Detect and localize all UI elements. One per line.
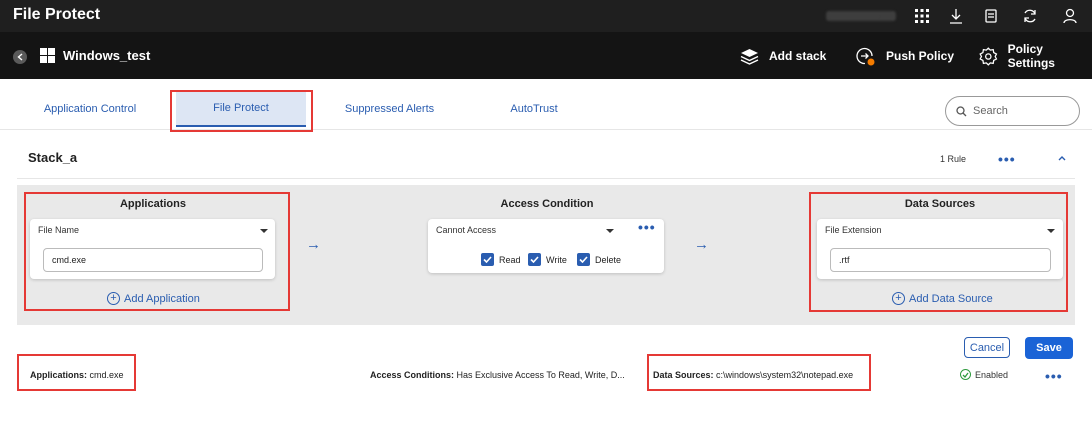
status-label: Enabled [975,369,1009,380]
save-button[interactable]: Save [1025,337,1073,359]
access-condition-more-icon[interactable]: ••• [638,219,656,235]
push-policy-label: Push Policy [886,49,955,63]
check-circle-icon [960,369,971,380]
gear-icon [979,46,998,66]
user-icon[interactable] [1061,7,1079,25]
add-stack-label: Add stack [769,49,827,63]
search-input[interactable] [973,105,1068,117]
checkmark-icon [528,253,541,266]
device-name: Windows_test [63,48,151,63]
policy-settings-label: Policy Settings [1007,42,1055,70]
document-icon[interactable] [982,7,1000,25]
rule-more-options-icon[interactable]: ••• [1045,368,1063,384]
chevron-up-icon[interactable] [1056,152,1068,164]
checkmark-icon [481,253,494,266]
write-checkbox[interactable]: Write [528,253,567,266]
access-condition-title: Access Condition [500,198,594,210]
apps-grid-icon[interactable] [913,7,931,25]
summary-access-value: Has Exclusive Access To Read, Write, D..… [456,370,625,380]
stack-name: Stack_a [28,150,78,165]
summary-access-conditions: Access Conditions: Has Exclusive Access … [370,370,625,380]
data-sources-highlight-box [809,192,1068,312]
cancel-button[interactable]: Cancel [964,337,1010,358]
windows-icon [40,48,55,63]
device-bar: Windows_test Add stack Push Policy Polic… [0,32,1092,79]
search-box[interactable] [945,96,1080,126]
user-label[interactable]: cl-internal-pax [826,11,896,21]
summary-access-label: Access Conditions: [370,370,455,380]
search-icon [956,105,967,116]
delete-label: Delete [595,254,622,265]
summary-applications-highlight-box [17,354,136,391]
tab-highlight-box [170,90,313,132]
add-stack-button[interactable]: Add stack [740,46,826,66]
back-button[interactable] [13,50,27,64]
tab-bar: Application Control File Protect Suppres… [0,79,1092,132]
write-label: Write [546,254,567,265]
layers-icon [740,48,759,65]
status-badge: Enabled [960,369,1008,380]
read-label: Read [499,254,521,265]
arrow-right-icon: → [694,236,709,253]
applications-highlight-box [24,192,290,311]
push-policy-icon [856,47,875,65]
refresh-icon[interactable] [1021,7,1039,25]
stack-more-options-icon[interactable]: ••• [998,151,1016,167]
read-checkbox[interactable]: Read [481,253,521,266]
checkmark-icon [577,253,590,266]
chevron-down-icon[interactable] [606,229,614,233]
access-condition-card: Cannot Access ••• Read Write Delete [428,219,664,273]
tab-application-control[interactable]: Application Control [30,91,150,127]
rule-panel: Applications File Name cmd.exe + Add App… [17,185,1075,325]
tab-autotrust[interactable]: AutoTrust [490,91,578,127]
access-condition-selector[interactable]: Cannot Access [436,225,496,235]
summary-data-sources-highlight-box [647,354,871,391]
top-bar: File Protect cl-internal-pax [0,0,1092,32]
arrow-right-icon: → [306,236,321,253]
delete-checkbox[interactable]: Delete [577,253,621,266]
push-policy-button[interactable]: Push Policy [855,46,954,66]
rule-count: 1 Rule [940,154,967,164]
download-icon[interactable] [947,7,965,25]
stack-divider [17,178,1075,179]
tab-suppressed-alerts[interactable]: Suppressed Alerts [332,91,447,127]
app-title: File Protect [13,6,101,23]
policy-settings-button[interactable]: Policy Settings [979,42,1092,70]
